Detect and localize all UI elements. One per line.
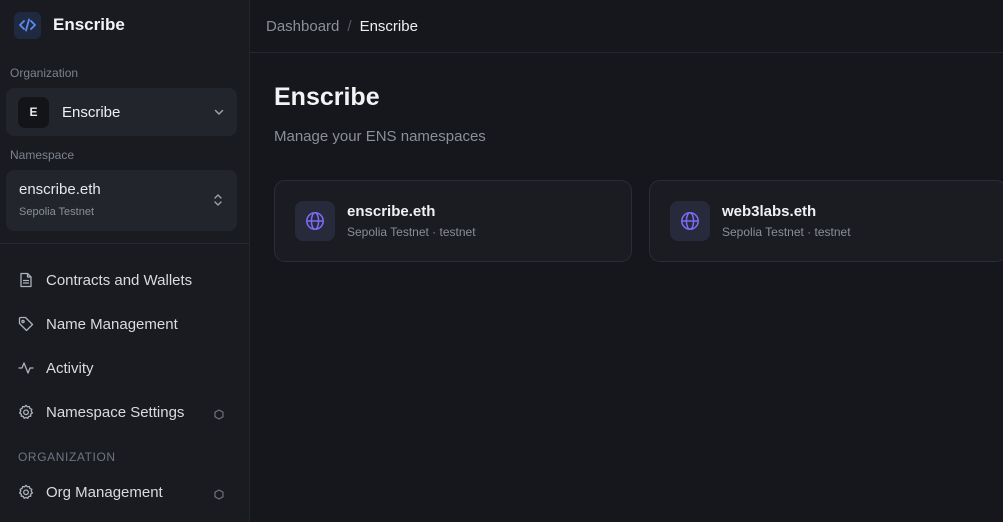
sidebar-item-label: Org Management <box>46 483 163 501</box>
namespace-name: enscribe.eth <box>19 181 101 198</box>
sidebar-item-namespace-settings[interactable]: Namespace Settings <box>0 390 249 434</box>
page-title: Enscribe <box>274 83 380 111</box>
namespace-card[interactable]: web3labs.eth Sepolia Testnet · testnet <box>649 180 1003 262</box>
namespace-label: Namespace <box>10 148 75 162</box>
namespace-network: Sepolia Testnet <box>19 206 95 218</box>
sidebar: Enscribe Organization E Enscribe Namespa… <box>0 0 250 522</box>
tag-icon <box>18 316 34 332</box>
card-text: web3labs.eth Sepolia Testnet · testnet <box>722 203 851 239</box>
gear-icon <box>18 484 34 500</box>
card-title: web3labs.eth <box>722 203 817 220</box>
gear-icon <box>18 404 34 420</box>
hexagon-icon <box>214 487 224 505</box>
nav-section-heading: ORGANIZATION <box>18 450 116 464</box>
sidebar-item-label: Activity <box>46 359 94 377</box>
chevron-down-icon <box>213 105 225 123</box>
card-meta: Sepolia Testnet · testnet <box>722 225 851 239</box>
breadcrumb-separator: / <box>347 17 352 35</box>
sidebar-item-contracts-and-wallets[interactable]: Contracts and Wallets <box>0 258 249 302</box>
activity-icon <box>18 360 34 376</box>
sidebar-item-org-management[interactable]: Org Management <box>0 470 249 514</box>
sidebar-item-label: Contracts and Wallets <box>46 271 193 289</box>
breadcrumb: Dashboard / Enscribe <box>250 0 1003 53</box>
globe-icon <box>670 201 710 241</box>
organization-label: Organization <box>10 66 79 80</box>
sidebar-item-label: Name Management <box>46 315 178 333</box>
namespace-select[interactable]: enscribe.eth Sepolia Testnet <box>6 170 237 231</box>
card-meta: Sepolia Testnet · testnet <box>347 225 476 239</box>
breadcrumb-current: Enscribe <box>359 17 418 35</box>
namespace-card-list: enscribe.eth Sepolia Testnet · testnet w… <box>274 180 1003 262</box>
card-title: enscribe.eth <box>347 203 436 220</box>
org-avatar: E <box>18 96 49 128</box>
brand-name: Enscribe <box>53 15 125 34</box>
organization-select[interactable]: E Enscribe <box>6 88 237 136</box>
sidebar-nav: Contracts and Wallets Name Management Ac… <box>0 258 249 514</box>
brand[interactable]: Enscribe <box>0 0 249 50</box>
app-root: Enscribe Organization E Enscribe Namespa… <box>0 0 1003 522</box>
sidebar-item-activity[interactable]: Activity <box>0 346 249 390</box>
globe-icon <box>295 201 335 241</box>
sidebar-item-label: Namespace Settings <box>46 403 185 421</box>
sidebar-item-name-management[interactable]: Name Management <box>0 302 249 346</box>
card-text: enscribe.eth Sepolia Testnet · testnet <box>347 203 476 239</box>
code-icon <box>14 11 41 39</box>
main-area: Dashboard / Enscribe Enscribe Manage you… <box>250 0 1003 522</box>
hexagon-icon <box>214 407 224 425</box>
org-name: Enscribe <box>62 103 121 121</box>
document-icon <box>18 272 34 288</box>
sidebar-divider <box>0 243 249 244</box>
namespace-card[interactable]: enscribe.eth Sepolia Testnet · testnet <box>274 180 632 262</box>
page-subtitle: Manage your ENS namespaces <box>274 128 486 145</box>
page-content: Enscribe Manage your ENS namespaces ensc… <box>250 53 1003 262</box>
chevrons-up-down-icon <box>213 193 223 212</box>
breadcrumb-dashboard-link[interactable]: Dashboard <box>266 18 339 35</box>
